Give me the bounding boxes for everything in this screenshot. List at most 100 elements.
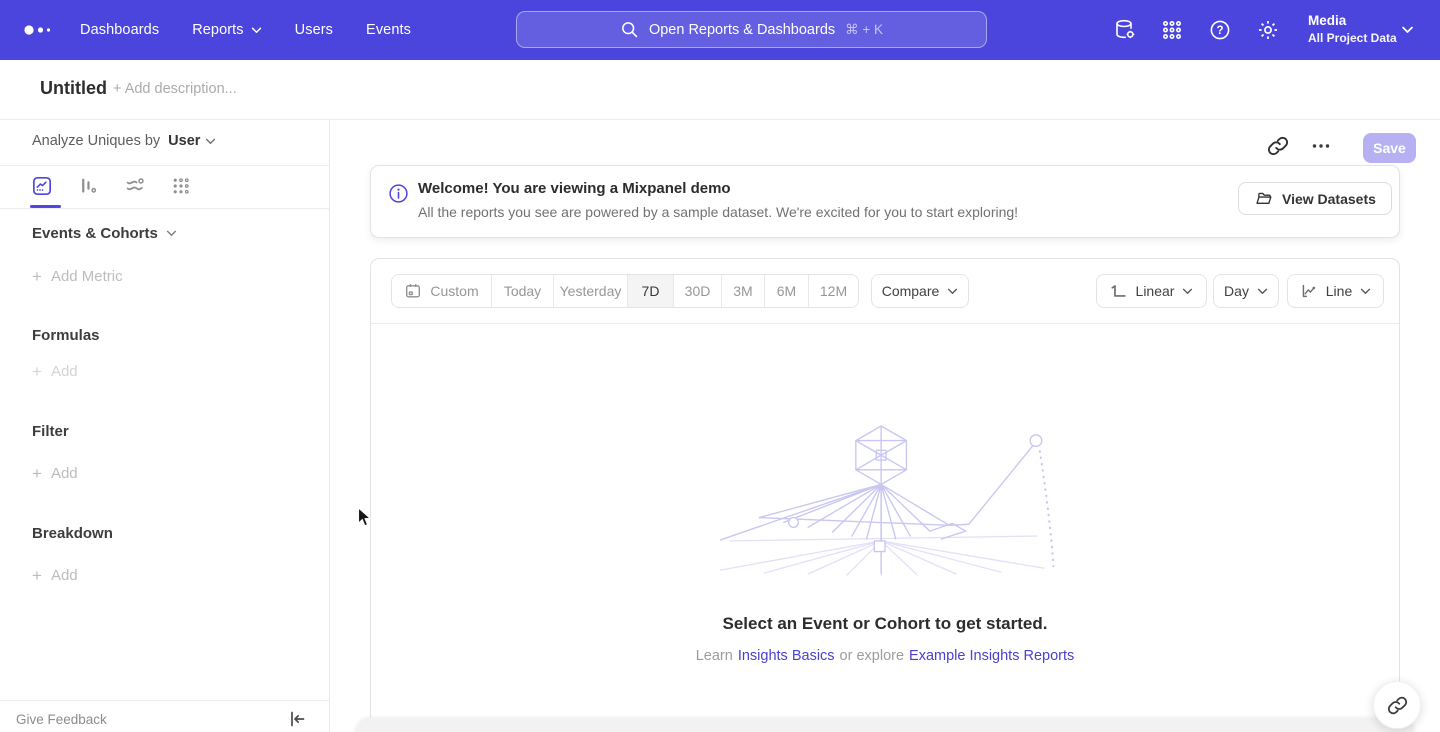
report-description-input[interactable]: + Add description... xyxy=(113,81,237,97)
range-today[interactable]: Today xyxy=(492,275,554,307)
plus-icon: + xyxy=(32,568,42,583)
scale-dropdown[interactable]: Linear xyxy=(1096,274,1207,308)
global-search-input[interactable]: Open Reports & Dashboards ⌘ + K xyxy=(516,11,987,48)
date-range-control: Custom Today Yesterday 7D 30D 3M 6M 12M xyxy=(391,274,859,308)
analyze-label: Analyze Uniques by xyxy=(32,133,160,149)
report-title[interactable]: Untitled xyxy=(40,78,107,99)
events-cohorts-label: Events & Cohorts xyxy=(32,225,158,242)
tab-insights-icon[interactable] xyxy=(31,175,53,197)
line-chart-icon xyxy=(1300,282,1318,300)
range-yesterday[interactable]: Yesterday xyxy=(554,275,628,307)
formulas-heading: Formulas xyxy=(32,327,100,344)
tab-pivot-icon[interactable] xyxy=(170,175,192,197)
empty-state-title: Select an Event or Cohort to get started… xyxy=(371,614,1399,634)
chevron-down-icon xyxy=(1182,288,1193,295)
search-icon xyxy=(620,20,639,39)
primary-nav: Dashboards Reports Users Events xyxy=(80,0,411,60)
example-insights-reports-link[interactable]: Example Insights Reports xyxy=(909,648,1074,664)
range-3m[interactable]: 3M xyxy=(722,275,765,307)
add-breakdown-label: Add xyxy=(51,567,78,584)
project-scope: All Project Data xyxy=(1308,30,1397,47)
analyze-value-dropdown[interactable]: User xyxy=(168,133,216,149)
add-filter-label: Add xyxy=(51,465,78,482)
top-nav: Dashboards Reports Users Events Open Rep… xyxy=(0,0,1440,60)
table-card-top-edge xyxy=(356,718,1414,732)
apps-grid-icon[interactable] xyxy=(1160,18,1184,42)
project-selector[interactable]: Media All Project Data xyxy=(1308,12,1397,47)
nav-users[interactable]: Users xyxy=(295,22,333,38)
metric-type-tabs xyxy=(0,166,330,208)
chevron-down-icon xyxy=(251,27,262,34)
add-formula-button[interactable]: + Add xyxy=(32,363,78,380)
add-filter-button[interactable]: + Add xyxy=(32,465,78,482)
give-feedback-link[interactable]: Give Feedback xyxy=(16,712,107,727)
folder-icon xyxy=(1254,190,1273,207)
chevron-down-icon xyxy=(1257,288,1268,295)
events-cohorts-heading[interactable]: Events & Cohorts xyxy=(32,225,177,242)
copy-link-icon[interactable] xyxy=(1267,135,1289,157)
save-button[interactable]: Save xyxy=(1363,133,1416,163)
range-12m[interactable]: 12M xyxy=(809,275,858,307)
plus-icon: + xyxy=(32,466,42,481)
search-shortcut: ⌘ + K xyxy=(845,22,883,38)
svg-text:?: ? xyxy=(1216,25,1223,37)
analyze-uniques-row: Analyze Uniques by User xyxy=(32,133,216,149)
add-formula-label: Add xyxy=(51,363,78,380)
chart-type-label: Line xyxy=(1326,283,1352,299)
chevron-down-icon xyxy=(205,138,216,145)
add-breakdown-button[interactable]: + Add xyxy=(32,567,78,584)
view-datasets-label: View Datasets xyxy=(1282,191,1376,207)
mixpanel-app: Dashboards Reports Users Events Open Rep… xyxy=(0,0,1440,732)
filter-label: Filter xyxy=(32,423,69,440)
plus-icon: + xyxy=(32,269,42,284)
nav-reports-label: Reports xyxy=(192,22,243,38)
chevron-down-icon xyxy=(1360,288,1371,295)
share-link-button[interactable] xyxy=(1373,681,1421,729)
plus-icon: + xyxy=(32,364,42,379)
nav-events[interactable]: Events xyxy=(366,22,411,38)
range-7d[interactable]: 7D xyxy=(628,275,674,307)
add-metric-button[interactable]: + Add Metric xyxy=(32,268,123,285)
project-chevron-down-icon[interactable] xyxy=(1401,26,1414,34)
range-30d[interactable]: 30D xyxy=(674,275,722,307)
view-datasets-button[interactable]: View Datasets xyxy=(1238,182,1392,215)
settings-gear-icon[interactable] xyxy=(1256,18,1280,42)
tab-bar-chart-icon[interactable] xyxy=(78,175,100,197)
query-sidebar: Analyze Uniques by User xyxy=(0,120,330,732)
compare-dropdown[interactable]: Compare xyxy=(871,274,969,308)
project-name: Media xyxy=(1308,12,1397,30)
chevron-down-icon xyxy=(166,230,177,237)
range-6m[interactable]: 6M xyxy=(765,275,809,307)
data-management-icon[interactable] xyxy=(1113,18,1137,42)
welcome-banner: Welcome! You are viewing a Mixpanel demo… xyxy=(370,165,1400,238)
banner-title: Welcome! You are viewing a Mixpanel demo xyxy=(418,180,731,197)
insights-basics-link[interactable]: Insights Basics xyxy=(738,648,835,664)
tab-flows-icon[interactable] xyxy=(124,175,146,197)
link-icon xyxy=(1387,695,1408,716)
banner-subtitle: All the reports you see are powered by a… xyxy=(418,204,1018,220)
help-icon[interactable]: ? xyxy=(1208,18,1232,42)
mixpanel-logo-icon[interactable] xyxy=(24,21,58,39)
search-placeholder: Open Reports & Dashboards xyxy=(649,22,835,38)
compare-label: Compare xyxy=(882,283,940,299)
more-options-icon[interactable] xyxy=(1311,139,1333,161)
linear-axes-icon xyxy=(1110,282,1128,300)
breakdown-label: Breakdown xyxy=(32,525,113,542)
calendar-icon xyxy=(404,282,422,300)
nav-reports[interactable]: Reports xyxy=(192,22,261,38)
chevron-down-icon xyxy=(947,288,958,295)
breakdown-heading: Breakdown xyxy=(32,525,113,542)
granularity-label: Day xyxy=(1224,283,1249,299)
scale-label: Linear xyxy=(1136,283,1175,299)
add-metric-label: Add Metric xyxy=(51,268,123,285)
formulas-label: Formulas xyxy=(32,327,100,344)
empty-state-subtitle: Learn Insights Basics or explore Example… xyxy=(371,648,1399,664)
chart-type-dropdown[interactable]: Line xyxy=(1287,274,1384,308)
nav-dashboards[interactable]: Dashboards xyxy=(80,22,159,38)
granularity-dropdown[interactable]: Day xyxy=(1213,274,1279,308)
range-custom[interactable]: Custom xyxy=(392,275,492,307)
empty-state-illustration xyxy=(701,421,1071,579)
collapse-sidebar-icon[interactable] xyxy=(287,709,307,729)
learn-prefix: Learn xyxy=(696,648,733,664)
filter-heading: Filter xyxy=(32,423,69,440)
